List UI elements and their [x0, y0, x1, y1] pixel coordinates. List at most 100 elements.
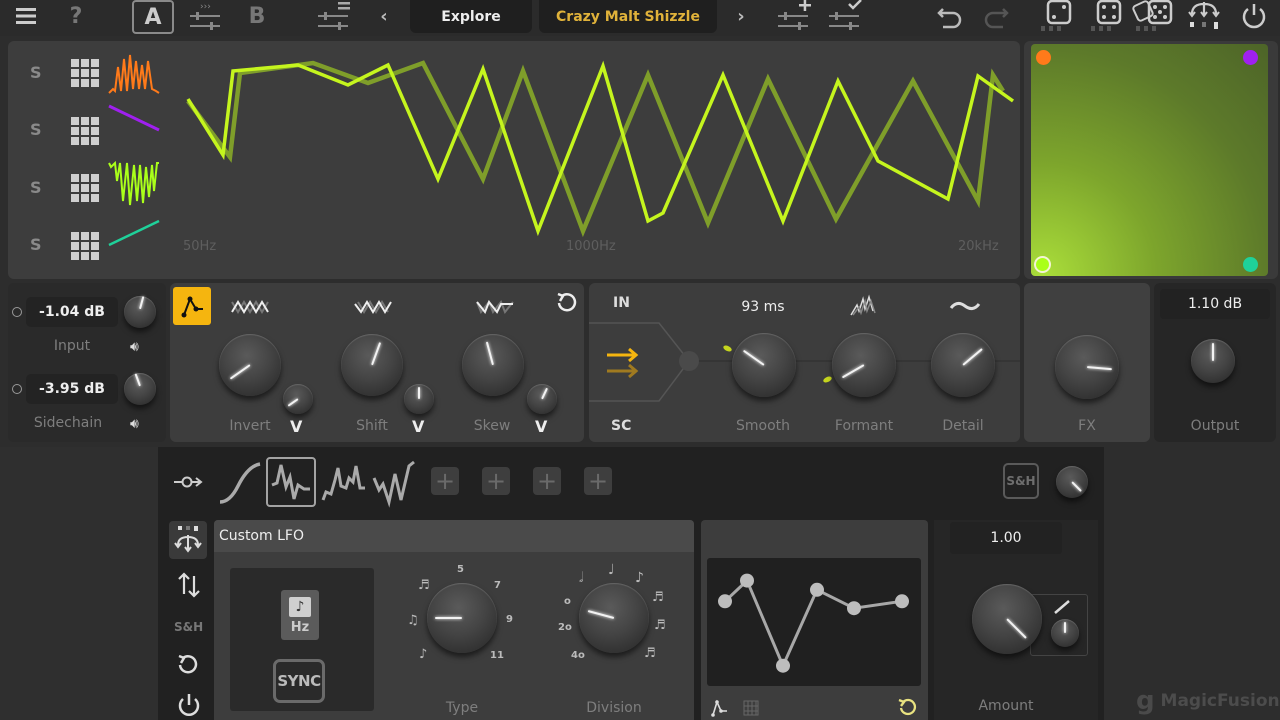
sidechain-monitor-speaker-icon[interactable]: 🔊︎: [130, 416, 139, 432]
redo-button[interactable]: [980, 0, 1010, 32]
undo-button[interactable]: [936, 0, 966, 32]
reset-shape-button[interactable]: [555, 291, 579, 319]
lfo-control-point[interactable]: [895, 594, 909, 609]
mod-connect-button[interactable]: [172, 471, 206, 497]
xy-pad-cursor[interactable]: [1034, 256, 1051, 273]
layer-4-solo-button[interactable]: S: [30, 235, 42, 254]
layer-4-grid-icon[interactable]: [71, 232, 99, 260]
sidechain-link-toggle[interactable]: [12, 384, 22, 394]
skew-mod-knob[interactable]: [527, 384, 557, 414]
save-new-preset-button[interactable]: [776, 0, 812, 32]
envelope-points-icon: [711, 699, 727, 717]
save-preset-button[interactable]: [827, 0, 863, 32]
lfo-reset-button[interactable]: [897, 697, 919, 720]
type-knob[interactable]: [427, 583, 497, 653]
layer-1-grid-icon[interactable]: [71, 59, 99, 87]
input-gain-knob[interactable]: [124, 296, 156, 328]
freq-label-mid: 1000Hz: [566, 239, 616, 254]
mod-sample-hold-toggle[interactable]: S&H: [174, 620, 203, 634]
corner-dot-layer-2: [1243, 50, 1258, 65]
lfo-control-point[interactable]: [847, 601, 861, 616]
routing-button[interactable]: [1186, 0, 1222, 32]
lfo-curve-editor[interactable]: [707, 558, 921, 686]
smooth-knob[interactable]: [732, 333, 796, 397]
preset-settings-button[interactable]: [316, 0, 352, 32]
output-gain-knob[interactable]: [1191, 339, 1235, 383]
sample-hold-knob[interactable]: [1056, 466, 1088, 498]
next-preset-button[interactable]: ›: [733, 0, 749, 32]
watermark-logo-icon: g: [1136, 686, 1155, 716]
shift-mod-knob[interactable]: [404, 384, 434, 414]
layer-3-solo-button[interactable]: S: [30, 178, 42, 197]
shift-label: Shift: [356, 418, 388, 434]
lfo-point-mode-button[interactable]: [710, 698, 730, 720]
randomize-one-button[interactable]: [1040, 0, 1074, 32]
invert-mod-knob[interactable]: [283, 384, 313, 414]
layer-1-solo-button[interactable]: S: [30, 63, 42, 82]
straight-note-icon: ♫: [407, 613, 419, 628]
layer-3-grid-icon[interactable]: [71, 174, 99, 202]
lfo-grid-toggle[interactable]: [743, 700, 759, 720]
formant-knob[interactable]: [832, 333, 896, 397]
spectrum-graph[interactable]: [178, 51, 1018, 251]
division-knob[interactable]: [579, 583, 649, 653]
mod-power-button[interactable]: [176, 692, 202, 720]
previous-preset-button[interactable]: ‹: [376, 0, 392, 32]
input-monitor-speaker-icon[interactable]: 🔊︎: [130, 339, 139, 355]
mod-source-audio-tab[interactable]: [371, 458, 417, 510]
mod-source-random-tab[interactable]: [321, 458, 367, 510]
mod-source-lfo-tab-active[interactable]: [266, 457, 316, 507]
layer-2-solo-button[interactable]: S: [30, 120, 42, 139]
add-mod-slot-4-button[interactable]: +: [584, 467, 612, 495]
sample-hold-button[interactable]: S&H: [1003, 463, 1039, 499]
preset-a-button[interactable]: A: [132, 0, 174, 34]
double-arrow-icon: [607, 347, 639, 379]
lfo-control-point[interactable]: [740, 573, 754, 588]
xy-pad[interactable]: [1031, 44, 1268, 276]
envelope-edit-button[interactable]: [173, 287, 211, 325]
lfo-control-point[interactable]: [718, 594, 732, 609]
source-swap-button[interactable]: [605, 345, 641, 383]
mod-retrigger-button[interactable]: [176, 653, 202, 683]
layer-2-grid-icon[interactable]: [71, 117, 99, 145]
shift-dropdown-chevron-icon[interactable]: V: [412, 417, 424, 436]
input-gain-value[interactable]: -1.04 dB: [26, 297, 118, 327]
help-button[interactable]: ?: [62, 0, 90, 32]
add-mod-slot-1-button[interactable]: +: [431, 467, 459, 495]
layer-thumbnails[interactable]: [108, 51, 164, 251]
preset-b-button[interactable]: B: [243, 0, 271, 32]
lfo-control-point[interactable]: [810, 582, 824, 597]
fx-knob[interactable]: [1055, 335, 1119, 399]
invert-knob[interactable]: [219, 334, 281, 396]
skew-dropdown-chevron-icon[interactable]: V: [535, 417, 547, 436]
explore-button[interactable]: Explore: [410, 0, 532, 33]
input-link-toggle[interactable]: [12, 307, 22, 317]
shift-knob[interactable]: [341, 334, 403, 396]
add-mod-slot-2-button[interactable]: +: [482, 467, 510, 495]
amount-value[interactable]: 1.00: [950, 522, 1062, 554]
copy-a-to-b-button[interactable]: ›››: [188, 0, 222, 32]
preset-name-display[interactable]: Crazy Malt Shizzle: [539, 0, 717, 33]
randomize-four-button[interactable]: [1090, 0, 1124, 32]
sidechain-gain-knob[interactable]: [124, 373, 156, 405]
lfo-title[interactable]: Custom LFO: [219, 528, 304, 544]
mod-routing-button[interactable]: [169, 521, 207, 559]
mod-polarity-button[interactable]: [175, 570, 203, 604]
randomize-all-button[interactable]: [1132, 0, 1176, 32]
amount-curve-knob[interactable]: [1051, 619, 1079, 647]
hz-note-toggle[interactable]: ♪ Hz: [281, 590, 319, 640]
s-curve-icon: [219, 462, 261, 504]
add-mod-slot-3-button[interactable]: +: [533, 467, 561, 495]
lfo-control-point[interactable]: [776, 658, 790, 673]
hamburger-menu-icon[interactable]: [12, 0, 40, 32]
sidechain-gain-value[interactable]: -3.95 dB: [26, 374, 118, 404]
mod-source-envelope-tab[interactable]: [216, 458, 264, 510]
skew-knob[interactable]: [462, 334, 524, 396]
freq-label-low: 50Hz: [183, 239, 217, 254]
invert-dropdown-chevron-icon[interactable]: V: [290, 417, 302, 436]
detail-knob[interactable]: [931, 333, 995, 397]
power-button[interactable]: [1238, 0, 1270, 32]
amount-knob[interactable]: [972, 584, 1042, 654]
output-gain-value[interactable]: 1.10 dB: [1160, 289, 1270, 319]
sync-button[interactable]: SYNC: [273, 659, 325, 703]
